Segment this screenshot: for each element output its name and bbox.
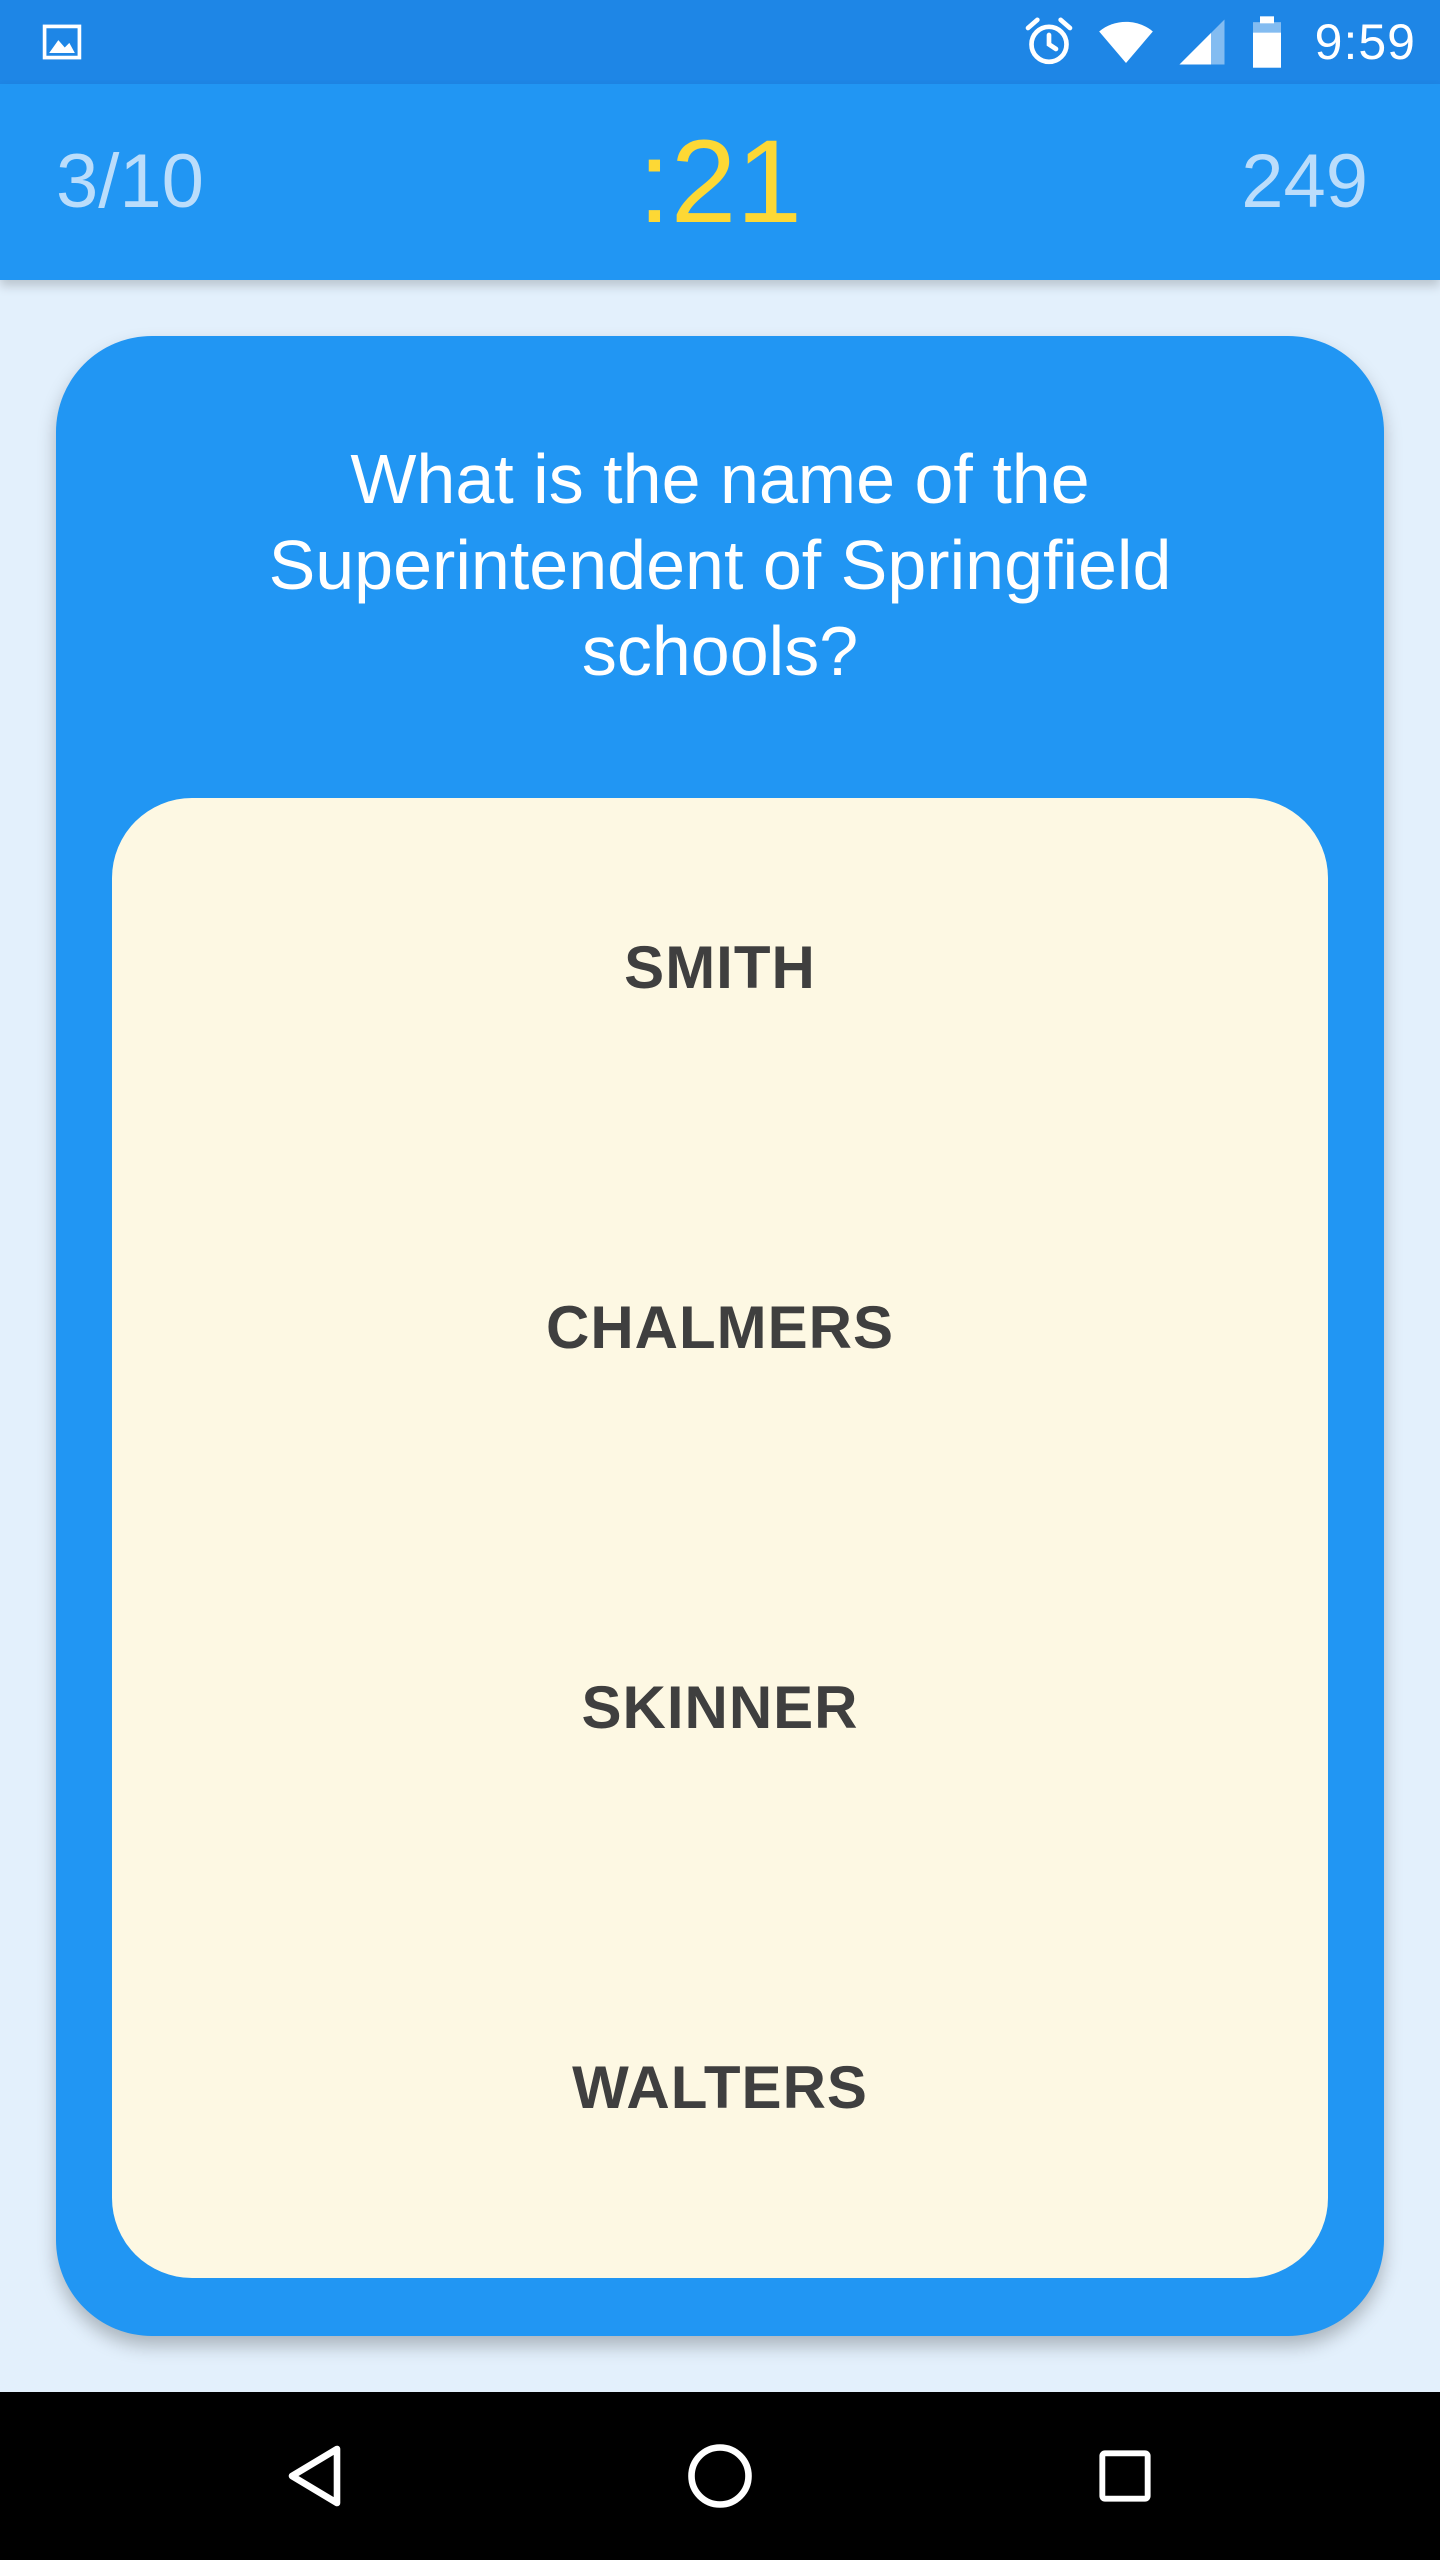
answer-option-4[interactable]: WALTERS (112, 1998, 1328, 2178)
answer-option-2[interactable]: CHALMERS (112, 1238, 1328, 1418)
alarm-icon (1025, 17, 1073, 65)
home-icon (688, 2444, 752, 2508)
answer-option-1[interactable]: SMITH (112, 878, 1328, 1058)
game-header: 3/10 :21 249 (0, 84, 1440, 280)
question-text: What is the name of the Superintendent o… (268, 440, 1172, 690)
battery-icon (1252, 16, 1281, 68)
countdown-timer: :21 (637, 116, 803, 248)
question-card: What is the name of the Superintendent o… (56, 336, 1384, 2336)
signal-icon (1179, 19, 1225, 65)
back-button[interactable] (266, 2426, 366, 2526)
answer-options: SMITH CHALMERS SKINNER WALTERS (112, 798, 1328, 2278)
back-icon (288, 2445, 341, 2507)
recent-apps-button[interactable] (1075, 2426, 1175, 2526)
score-counter: 249 (1241, 139, 1368, 224)
recent-apps-icon (1099, 2450, 1151, 2502)
status-time: 9:59 (1314, 14, 1416, 70)
home-button[interactable] (670, 2426, 770, 2526)
answer-option-3[interactable]: SKINNER (112, 1618, 1328, 1798)
gallery-icon (42, 24, 82, 60)
wifi-icon (1098, 21, 1153, 63)
navigation-bar (0, 2392, 1440, 2560)
status-bar: 9:59 (0, 0, 1440, 84)
